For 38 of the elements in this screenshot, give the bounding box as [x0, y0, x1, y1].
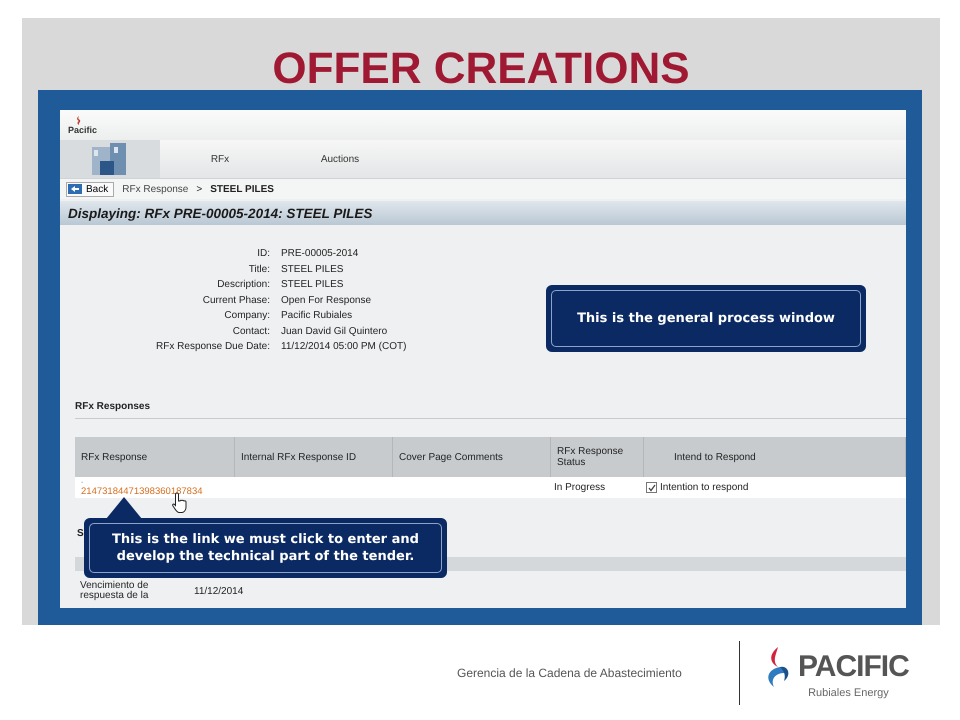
logo-wordmark: PACIFIC [798, 650, 909, 684]
detail-label: Contact: [232, 324, 270, 338]
section-heading: RFx Responses [75, 401, 150, 412]
nav-tab[interactable]: RFx [160, 152, 280, 166]
section-heading: S [77, 528, 84, 539]
checkbox-label: Intention to respond [660, 482, 748, 493]
detail-label: ID: [256, 247, 270, 260]
back-button[interactable]: Back [66, 182, 114, 196]
breadcrumb-separator: > [196, 184, 202, 194]
detail-label: RFx Response Due Date: [155, 340, 270, 353]
detail-value: Pacific Rubiales [281, 309, 352, 322]
detail-value: PRE-00005-2014 [281, 247, 358, 260]
back-arrow-icon [68, 184, 82, 194]
field-label: Vencimiento de respuesta de la [80, 581, 150, 601]
footer-text: Gerencia de la Cadena de Abastecimiento [457, 666, 683, 680]
breadcrumb-current: STEEL PILES [210, 184, 274, 194]
slide-title: OFFER CREATIONS [272, 44, 690, 94]
nav-tab[interactable]: Auctions [280, 152, 400, 166]
detail-value: STEEL PILES [281, 262, 344, 276]
detail-value: Juan David Gil Quintero [281, 324, 388, 338]
callout-text: This is the link we must click to enter and develop the technical part of the tender. [111, 531, 420, 565]
home-tile[interactable] [60, 140, 160, 178]
field-value: 11/12/2014 [194, 586, 244, 596]
detail-label: Company: [223, 309, 270, 322]
company-logo-text: Pacific [68, 124, 98, 134]
detail-value: STEEL PILES [281, 278, 344, 291]
checkbox[interactable] [646, 482, 657, 493]
logo-tagline: Rubiales Energy [808, 686, 889, 698]
detail-value: Open For Response [281, 294, 372, 306]
page-title: Displaying: RFx PRE-00005-2014: STEEL PILES [68, 206, 372, 220]
breadcrumb-link[interactable]: RFx Response [122, 184, 188, 194]
status-text: In Progress [554, 482, 606, 493]
detail-value: 11/12/2014 05:00 PM (COT) [281, 340, 406, 353]
detail-label: Title: [248, 262, 270, 276]
detail-label: Description: [216, 278, 270, 291]
checkmark-icon [648, 484, 656, 492]
callout-text: This is the general process window [577, 311, 835, 326]
detail-label: Current Phase: [202, 294, 270, 306]
